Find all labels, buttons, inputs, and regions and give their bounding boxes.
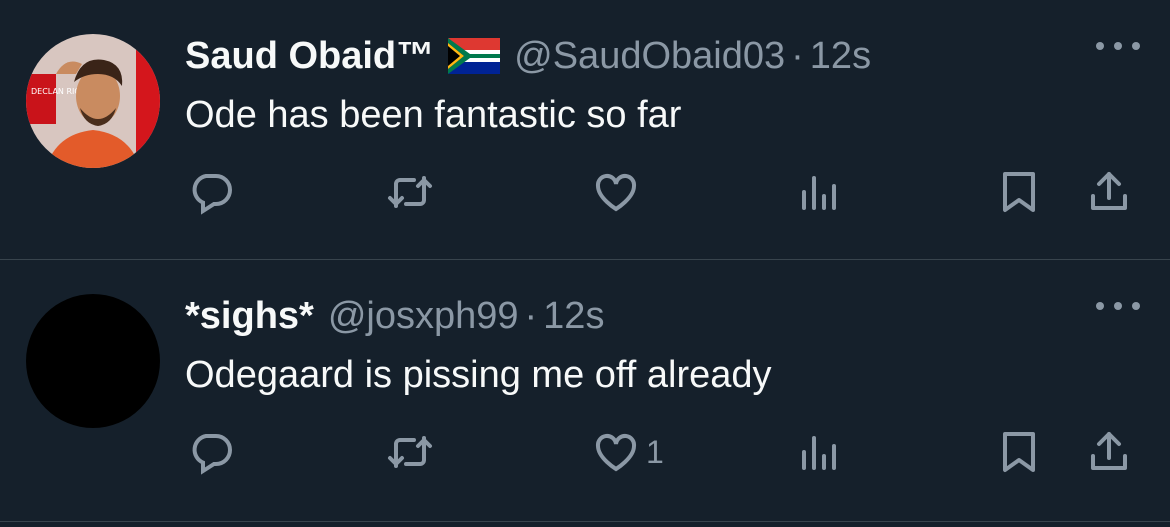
- tweet[interactable]: *sighs* @josxph99 · 12s Odegaard is piss…: [0, 260, 1170, 522]
- south-africa-flag-icon: [448, 38, 501, 74]
- separator: ·: [791, 35, 804, 77]
- handle[interactable]: @josxph99: [328, 294, 519, 338]
- tweet-text: Odegaard is pissing me off already: [185, 354, 772, 396]
- share-icon: [1091, 432, 1127, 470]
- tweet-header: Saud Obaid™ @SaudObaid03 · 12s: [185, 34, 871, 78]
- timestamp[interactable]: 12s: [543, 294, 604, 338]
- share-button[interactable]: [1085, 168, 1133, 216]
- action-bar: 1: [0, 422, 1170, 482]
- reply-icon: [192, 434, 232, 475]
- like-button[interactable]: [592, 168, 646, 216]
- avatar-image: DECLAN RICE: [26, 34, 160, 168]
- share-button[interactable]: [1085, 428, 1133, 476]
- like-button[interactable]: 1: [592, 428, 664, 476]
- bookmark-button[interactable]: [995, 428, 1043, 476]
- retweet-icon: [388, 176, 432, 208]
- retweet-button[interactable]: [386, 168, 434, 216]
- share-icon: [1091, 172, 1127, 210]
- reply-icon: [192, 174, 232, 215]
- display-name[interactable]: *sighs*: [185, 294, 314, 338]
- more-icon[interactable]: [1096, 36, 1140, 56]
- like-count: 1: [646, 433, 664, 470]
- avatar[interactable]: DECLAN RICE: [26, 34, 160, 168]
- timestamp[interactable]: 12s: [810, 34, 871, 78]
- reply-button[interactable]: [187, 168, 235, 216]
- views-icon: [802, 176, 836, 210]
- bookmark-button[interactable]: [995, 168, 1043, 216]
- separator: ·: [524, 295, 538, 337]
- like-icon: [595, 434, 637, 472]
- bookmark-icon: [1003, 432, 1035, 472]
- avatar[interactable]: [26, 294, 160, 428]
- display-name[interactable]: Saud Obaid™: [185, 34, 434, 78]
- views-button[interactable]: [794, 168, 842, 216]
- retweet-icon: [388, 436, 432, 468]
- more-icon[interactable]: [1096, 296, 1140, 316]
- bookmark-icon: [1003, 172, 1035, 212]
- views-button[interactable]: [794, 428, 842, 476]
- action-bar: [0, 162, 1170, 222]
- retweet-button[interactable]: [386, 428, 434, 476]
- reply-button[interactable]: [187, 428, 235, 476]
- like-icon: [595, 174, 637, 212]
- handle[interactable]: @SaudObaid03: [514, 34, 785, 78]
- views-icon: [802, 436, 836, 470]
- tweet-header: *sighs* @josxph99 · 12s: [185, 294, 604, 338]
- tweet-text: Ode has been fantastic so far: [185, 94, 682, 136]
- tweet[interactable]: DECLAN RICE Saud Obaid™ @SaudObaid03 · 1…: [0, 0, 1170, 260]
